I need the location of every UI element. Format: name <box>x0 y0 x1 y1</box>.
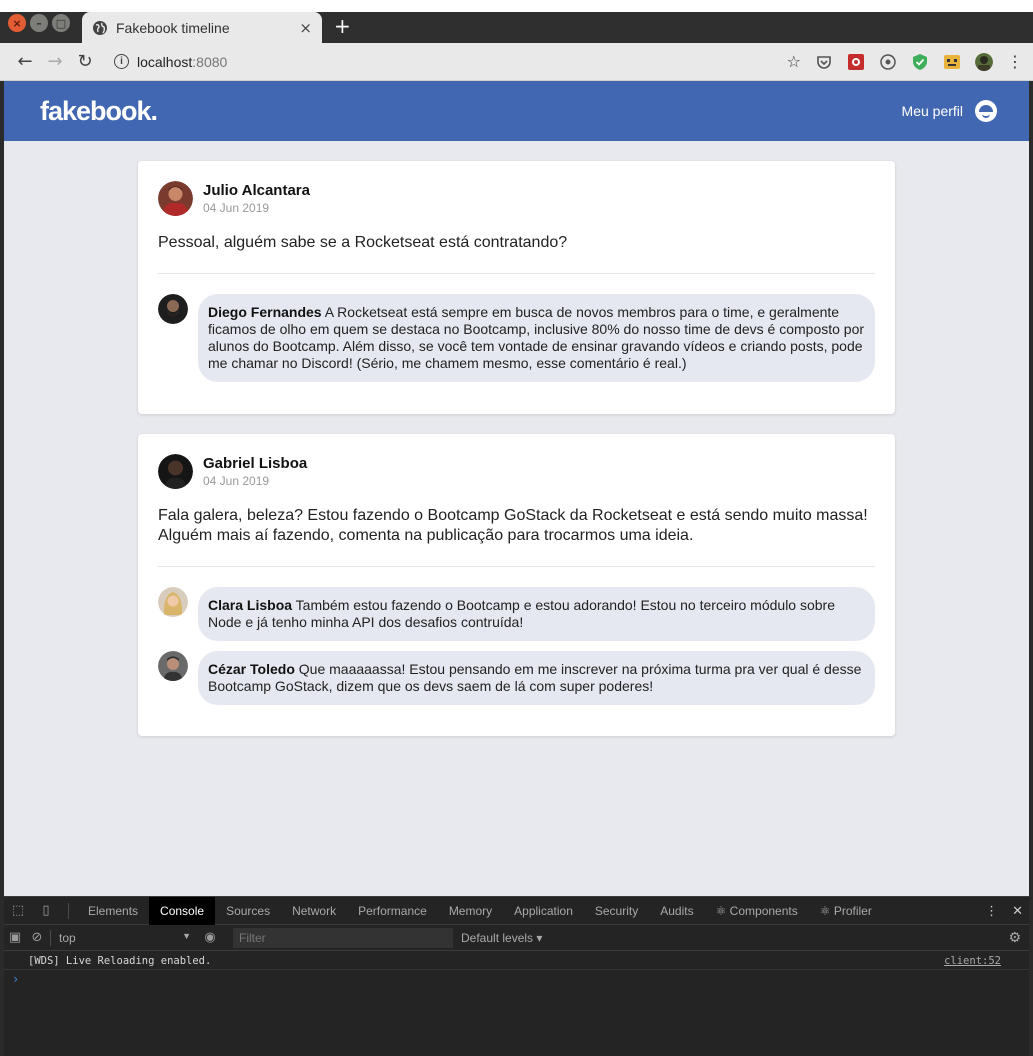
comment-author[interactable]: Clara Lisboa <box>208 597 292 613</box>
clear-console-icon[interactable]: ⊘ <box>26 924 48 952</box>
window-close-icon[interactable]: × <box>8 14 26 32</box>
window-maximize-icon[interactable]: □ <box>52 14 70 32</box>
context-value: top <box>59 930 76 945</box>
tab-security[interactable]: Security <box>584 897 649 925</box>
tab-console[interactable]: Console <box>149 896 216 925</box>
console-log-line: [WDS] Live Reloading enabled. client:52 <box>4 952 1029 970</box>
devtools-menu-icon[interactable]: ⋮ <box>985 904 998 919</box>
tab-elements[interactable]: Elements <box>77 897 149 925</box>
back-arrow-icon[interactable]: ← <box>10 47 40 77</box>
site-info-icon[interactable]: i <box>114 54 129 69</box>
titlebar-strip <box>0 0 1033 12</box>
comment: Diego Fernandes A Rocketseat está sempre… <box>158 294 875 382</box>
comment-author[interactable]: Diego Fernandes <box>208 304 322 320</box>
forward-arrow-icon[interactable]: → <box>40 47 70 77</box>
comment: Clara Lisboa Também estou fazendo o Boot… <box>158 587 875 641</box>
tab-memory[interactable]: Memory <box>438 897 503 925</box>
post-author: Gabriel Lisboa 04 Jun 2019 <box>158 454 875 489</box>
avatar <box>158 181 193 216</box>
devtools-panel: ⬚ ▯ Elements Console Sources Network Per… <box>4 896 1029 1056</box>
log-source-link[interactable]: client:52 <box>944 955 1001 967</box>
profile-link[interactable]: Meu perfil <box>902 100 997 122</box>
app-header: fakebook. Meu perfil <box>4 81 1029 141</box>
comment-bubble: Clara Lisboa Também estou fazendo o Boot… <box>198 587 875 641</box>
tab-profiler[interactable]: ⚛ Profiler <box>809 897 883 925</box>
tab-title: Fakebook timeline <box>116 19 230 36</box>
devtools-actions: ⋮ ✕ <box>985 897 1023 925</box>
browser-menu-icon[interactable]: ⋮ <box>1007 52 1023 71</box>
post-content: Fala galera, beleza? Estou fazendo o Boo… <box>158 507 868 544</box>
comment-text: Também estou fazendo o Bootcamp e estou … <box>208 597 835 630</box>
address-bar[interactable]: i localhost:8080 <box>114 54 227 70</box>
globe-icon <box>93 20 107 35</box>
bookmark-star-icon[interactable]: ☆ <box>787 52 801 71</box>
divider <box>158 566 875 567</box>
avatar <box>158 587 188 617</box>
tab-close-icon[interactable]: × <box>299 19 312 37</box>
page-viewport: fakebook. Meu perfil Julio Alcantara 04 … <box>4 81 1029 896</box>
context-select[interactable]: top ▼ <box>59 931 199 945</box>
extension-red-icon[interactable] <box>847 53 865 71</box>
author-name[interactable]: Julio Alcantara <box>203 182 310 199</box>
sidebar-toggle-icon[interactable]: ▣ <box>4 924 26 952</box>
separator <box>50 929 51 946</box>
device-toolbar-icon[interactable]: ▯ <box>32 897 60 925</box>
log-levels-select[interactable]: Default levels ▾ <box>461 931 542 945</box>
devtools-close-icon[interactable]: ✕ <box>1012 904 1023 919</box>
profile-label: Meu perfil <box>901 103 963 119</box>
post-content: Pessoal, alguém sabe se a Rocketseat est… <box>158 234 568 251</box>
shield-icon[interactable] <box>911 53 929 71</box>
browser-toolbar: ← → ↻ i localhost:8080 ☆ ⋮ <box>0 43 1033 81</box>
browser-tab[interactable]: Fakebook timeline × <box>82 12 322 43</box>
avatar <box>158 454 193 489</box>
new-tab-button[interactable]: + <box>334 14 351 38</box>
tab-components[interactable]: ⚛ Components <box>705 897 809 925</box>
comment-bubble: Cézar Toledo Que maaaaassa! Estou pensan… <box>198 651 875 705</box>
log-message: [WDS] Live Reloading enabled. <box>28 954 212 967</box>
comment-list: Clara Lisboa Também estou fazendo o Boot… <box>158 587 875 705</box>
reload-icon[interactable]: ↻ <box>70 47 100 77</box>
console-filter-input[interactable]: Filter <box>233 927 453 948</box>
separator <box>68 902 69 919</box>
tab-performance[interactable]: Performance <box>347 897 438 925</box>
console-prompt[interactable]: › <box>4 970 1029 988</box>
fakebook-logo[interactable]: fakebook. <box>40 96 158 127</box>
tab-application[interactable]: Application <box>503 897 584 925</box>
window-minimize-icon[interactable]: – <box>30 14 48 32</box>
url-port: :8080 <box>192 53 228 70</box>
tab-audits[interactable]: Audits <box>649 897 704 925</box>
extension-face-icon[interactable] <box>943 53 961 71</box>
pocket-icon[interactable] <box>815 53 833 71</box>
post-date: 04 Jun 2019 <box>203 474 270 488</box>
window-controls: × – □ <box>8 14 70 32</box>
post-author: Julio Alcantara 04 Jun 2019 <box>158 181 875 216</box>
avatar <box>158 294 188 324</box>
extension-circle-icon[interactable] <box>879 53 897 71</box>
profile-face-icon <box>975 100 997 122</box>
console-filter-bar: ▣ ⊘ top ▼ ◉ Filter Default levels ▾ ⚙ <box>4 925 1029 951</box>
browser-tab-bar: × – □ Fakebook timeline × + <box>0 0 1033 43</box>
author-name[interactable]: Gabriel Lisboa <box>203 455 307 472</box>
user-avatar-icon[interactable] <box>975 52 993 71</box>
comment-author[interactable]: Cézar Toledo <box>208 661 295 677</box>
post-date: 04 Jun 2019 <box>203 201 270 215</box>
eye-icon[interactable]: ◉ <box>199 924 221 952</box>
avatar <box>158 651 188 681</box>
extension-icons: ☆ ⋮ <box>787 52 1023 71</box>
comment: Cézar Toledo Que maaaaassa! Estou pensan… <box>158 651 875 705</box>
comment-text: Que maaaaassa! Estou pensando em me insc… <box>208 661 862 694</box>
comment-list: Diego Fernandes A Rocketseat está sempre… <box>158 294 875 382</box>
post-card: Julio Alcantara 04 Jun 2019 Pessoal, alg… <box>138 161 895 414</box>
tab-sources[interactable]: Sources <box>215 897 281 925</box>
divider <box>158 273 875 274</box>
gear-icon[interactable]: ⚙ <box>1008 930 1021 946</box>
inspect-element-icon[interactable]: ⬚ <box>4 897 32 925</box>
chevron-down-icon: ▼ <box>182 930 191 941</box>
url-host: localhost <box>137 53 193 70</box>
post-card: Gabriel Lisboa 04 Jun 2019 Fala galera, … <box>138 434 895 736</box>
devtools-tab-bar: ⬚ ▯ Elements Console Sources Network Per… <box>4 896 1029 925</box>
tab-network[interactable]: Network <box>281 897 347 925</box>
comment-bubble: Diego Fernandes A Rocketseat está sempre… <box>198 294 875 382</box>
